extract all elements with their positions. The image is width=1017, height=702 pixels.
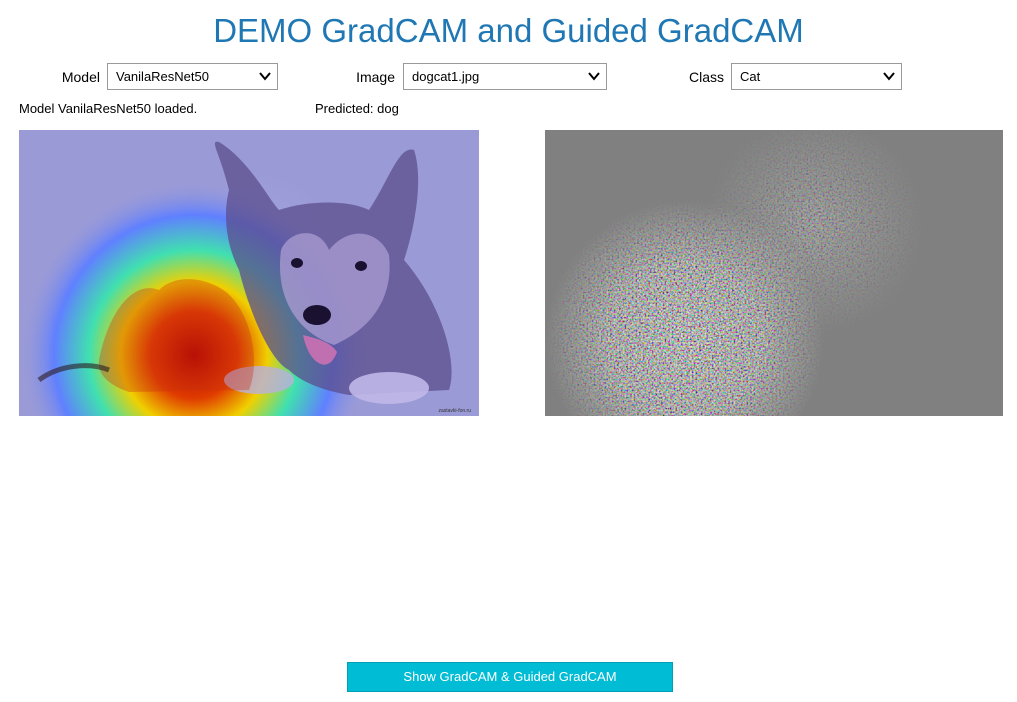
prediction-status: Predicted: dog — [315, 101, 399, 116]
class-select[interactable]: Cat — [731, 63, 902, 90]
page-title: DEMO GradCAM and Guided GradCAM — [213, 12, 804, 49]
class-label: Class — [688, 69, 724, 85]
image-label: Image — [356, 69, 395, 85]
watermark-text: zastavki-fon.ru — [438, 408, 471, 414]
guided-gradcam-image — [545, 130, 1003, 416]
show-gradcam-button[interactable]: Show GradCAM & Guided GradCAM — [347, 662, 673, 692]
image-select-value: dogcat1.jpg — [412, 69, 480, 84]
model-select[interactable]: VanilaResNet50 — [107, 63, 278, 90]
class-select-value: Cat — [740, 69, 761, 84]
model-status: Model VanilaResNet50 loaded. — [19, 101, 198, 116]
model-label: Model — [61, 69, 100, 85]
chevron-down-icon — [259, 72, 271, 81]
gradcam-image: zastavki-fon.ru — [19, 130, 479, 416]
chevron-down-icon — [883, 72, 895, 81]
model-select-value: VanilaResNet50 — [116, 69, 209, 84]
chevron-down-icon — [588, 72, 600, 81]
image-select[interactable]: dogcat1.jpg — [403, 63, 607, 90]
